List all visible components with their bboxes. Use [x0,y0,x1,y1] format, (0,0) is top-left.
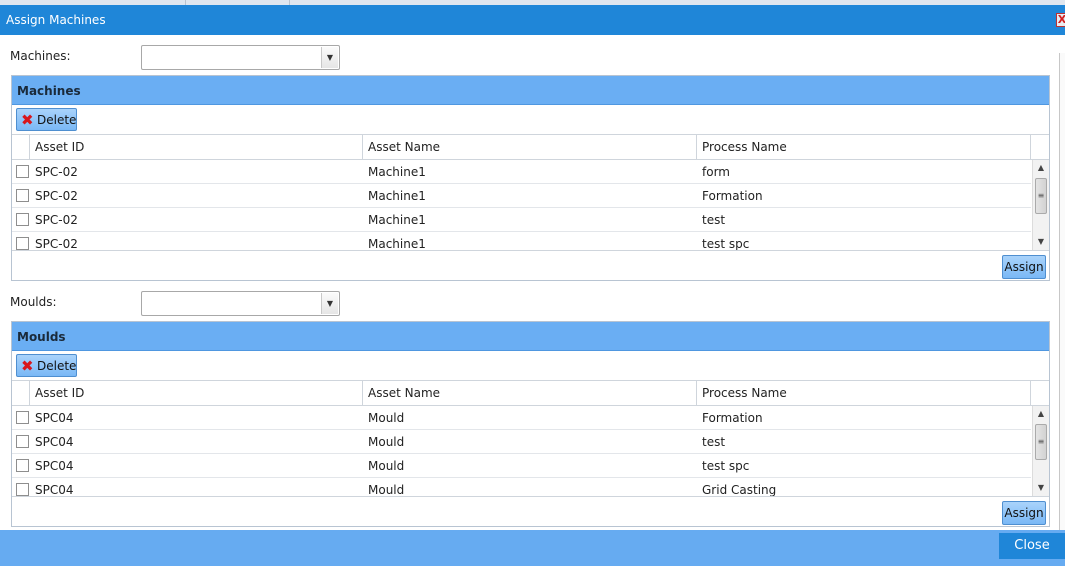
moulds-col-asset-id[interactable]: Asset ID [30,381,363,405]
table-row[interactable]: SPC-02 Machine1 test [12,208,1031,232]
cell-asset-id: SPC-02 [35,213,78,227]
cell-process-name: test spc [702,459,750,473]
scroll-thumb[interactable]: ≡ [1035,178,1047,214]
cell-process-name: Grid Casting [702,483,777,496]
moulds-panel-footer: Assign [12,496,1049,526]
cell-asset-id: SPC04 [35,483,74,496]
cell-asset-id: SPC-02 [35,165,78,179]
delete-x-icon: ✖ [21,357,34,375]
cell-asset-name: Mould [368,435,405,449]
cell-asset-name: Machine1 [368,213,426,227]
moulds-select[interactable]: ▼ [141,291,340,316]
row-checkbox[interactable] [16,165,29,178]
moulds-col-asset-name[interactable]: Asset Name [363,381,697,405]
cell-asset-id: SPC04 [35,435,74,449]
row-checkbox[interactable] [16,435,29,448]
scroll-down-arrow-icon[interactable]: ▼ [1033,480,1049,496]
row-checkbox[interactable] [16,213,29,226]
table-row[interactable]: SPC-02 Machine1 form [12,160,1031,184]
cell-asset-name: Machine1 [368,189,426,203]
cell-process-name: Formation [702,411,763,425]
moulds-select-column [12,381,30,405]
moulds-delete-label: Delete [37,359,77,373]
cell-asset-id: SPC-02 [35,237,78,250]
cell-asset-id: SPC-02 [35,189,78,203]
row-checkbox[interactable] [16,483,29,496]
moulds-grid-header: Asset ID Asset Name Process Name [12,380,1049,406]
table-row[interactable]: SPC04 Mould test spc [12,454,1031,478]
table-row[interactable]: SPC04 Mould Formation [12,406,1031,430]
machines-scrollbar[interactable]: ▲ ≡ ▼ [1032,160,1049,250]
cell-asset-name: Machine1 [368,237,426,250]
machines-panel: Machines ✖ Delete Asset ID Asset Name Pr… [11,75,1050,281]
machines-select[interactable]: ▼ [141,45,340,70]
cell-process-name: test [702,213,726,227]
scroll-up-arrow-icon[interactable]: ▲ [1033,406,1049,422]
cell-asset-id: SPC04 [35,411,74,425]
moulds-panel-title: Moulds [17,330,66,344]
table-row[interactable]: SPC04 Mould test [12,430,1031,454]
chevron-down-icon[interactable]: ▼ [321,293,338,314]
dialog-footer: Close [0,530,1065,566]
cell-process-name: test spc [702,237,750,250]
cell-process-name: test [702,435,726,449]
machines-grid-body: SPC-02 Machine1 form SPC-02 Machine1 For… [12,160,1049,250]
dialog-scroll-edge [1059,53,1065,533]
cell-process-name: Formation [702,189,763,203]
machines-panel-header: Machines [12,76,1049,105]
row-checkbox[interactable] [16,189,29,202]
scroll-up-arrow-icon[interactable]: ▲ [1033,160,1049,176]
machines-delete-button[interactable]: ✖ Delete [16,108,77,131]
machines-col-asset-id[interactable]: Asset ID [30,135,363,159]
machines-col-asset-name[interactable]: Asset Name [363,135,697,159]
machines-col-process-name[interactable]: Process Name [697,135,1031,159]
cell-asset-name: Mould [368,459,405,473]
machines-field-label: Machines: [10,49,71,63]
dialog-titlebar: Assign Machines X [0,5,1065,35]
cell-asset-name: Machine1 [368,165,426,179]
chevron-down-icon[interactable]: ▼ [321,47,338,68]
table-row[interactable]: SPC-02 Machine1 test spc [12,232,1031,250]
machines-toolbar: ✖ Delete [12,105,1049,134]
cell-asset-name: Mould [368,483,405,496]
delete-x-icon: ✖ [21,111,34,129]
scroll-down-arrow-icon[interactable]: ▼ [1033,234,1049,250]
row-checkbox[interactable] [16,237,29,250]
assign-machines-dialog: Assign Machines X Machines: ▼ Machines ✖… [0,5,1065,566]
table-row[interactable]: SPC-02 Machine1 Formation [12,184,1031,208]
moulds-panel: Moulds ✖ Delete Asset ID Asset Name Proc… [11,321,1050,527]
machines-assign-button[interactable]: Assign [1002,255,1046,279]
moulds-col-process-name[interactable]: Process Name [697,381,1031,405]
close-button[interactable]: Close [999,533,1065,559]
machines-delete-label: Delete [37,113,77,127]
dialog-title: Assign Machines [6,13,106,27]
scroll-thumb[interactable]: ≡ [1035,424,1047,460]
moulds-field-label: Moulds: [10,295,57,309]
row-checkbox[interactable] [16,459,29,472]
machines-select-column [12,135,30,159]
table-row[interactable]: SPC04 Mould Grid Casting [12,478,1031,496]
moulds-grid-body: SPC04 Mould Formation SPC04 Mould test S… [12,406,1049,496]
moulds-panel-header: Moulds [12,322,1049,351]
machines-panel-footer: Assign [12,250,1049,280]
close-icon[interactable]: X [1056,13,1065,27]
moulds-delete-button[interactable]: ✖ Delete [16,354,77,377]
cell-asset-id: SPC04 [35,459,74,473]
row-checkbox[interactable] [16,411,29,424]
moulds-scrollbar[interactable]: ▲ ≡ ▼ [1032,406,1049,496]
machines-grid-header: Asset ID Asset Name Process Name [12,134,1049,160]
moulds-assign-button[interactable]: Assign [1002,501,1046,525]
machines-panel-title: Machines [17,84,81,98]
moulds-toolbar: ✖ Delete [12,351,1049,380]
cell-process-name: form [702,165,730,179]
cell-asset-name: Mould [368,411,405,425]
